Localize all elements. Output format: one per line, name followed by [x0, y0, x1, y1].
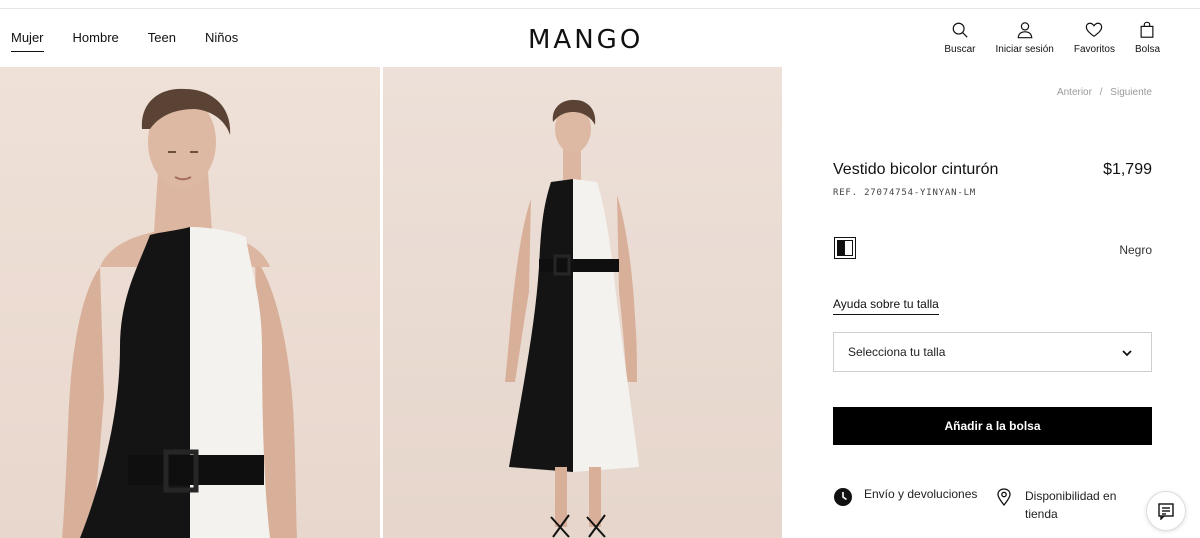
main-nav: Mujer Hombre Teen Niños [11, 30, 267, 52]
selected-color-name: Negro [1119, 243, 1152, 257]
nav-item-mujer[interactable]: Mujer [11, 30, 44, 52]
swatch-black-half [838, 241, 845, 255]
chevron-down-icon [1122, 350, 1132, 357]
nav-item-teen[interactable]: Teen [148, 30, 176, 52]
nav-item-ninos[interactable]: Niños [205, 30, 238, 52]
product-photo-full[interactable] [383, 67, 782, 538]
top-strip [0, 0, 1200, 9]
model-closeup-illustration [62, 88, 297, 538]
product-info-panel: Anterior / Siguiente Vestido bicolor cin… [782, 67, 1200, 538]
size-select-placeholder: Selecciona tu talla [848, 345, 946, 359]
swatch-pattern [837, 240, 853, 256]
swatch-white-half [845, 241, 852, 255]
store-availability-link[interactable]: Disponibilidad en tienda [994, 487, 1135, 523]
clock-icon [834, 488, 852, 506]
next-link[interactable]: Siguiente [1110, 87, 1152, 98]
site-header: Mujer Hombre Teen Niños MANGO Buscar Ini… [0, 9, 1200, 67]
color-swatch-negro[interactable] [834, 237, 856, 259]
chat-icon [1158, 503, 1174, 520]
model-full-illustration [505, 99, 639, 538]
product-reference: REF. 27074754-YINYAN-LM [833, 188, 977, 198]
bag-icon [1141, 21, 1154, 38]
heart-icon [1086, 22, 1103, 38]
store-availability-label: Disponibilidad en tienda [1025, 489, 1117, 521]
product-photo-closeup[interactable] [0, 67, 380, 538]
size-select[interactable]: Selecciona tu talla [833, 332, 1152, 372]
login-button[interactable]: Iniciar sesión [996, 21, 1054, 55]
bag-button[interactable]: Bolsa [1135, 21, 1160, 55]
user-icon [1017, 22, 1033, 39]
shipping-returns-link[interactable]: Envío y devoluciones [833, 487, 977, 507]
brand-logo[interactable]: MANGO [528, 25, 658, 55]
product-title: Vestido bicolor cinturón [833, 161, 999, 178]
product-pagination: Anterior / Siguiente [1057, 87, 1152, 98]
search-button[interactable]: Buscar [944, 21, 976, 55]
size-help-link[interactable]: Ayuda sobre tu talla [833, 297, 939, 315]
nav-item-hombre[interactable]: Hombre [73, 30, 119, 52]
chat-button[interactable] [1146, 491, 1186, 531]
location-pin-icon [997, 488, 1011, 507]
favorites-button[interactable]: Favoritos [1074, 21, 1115, 55]
pagination-separator: / [1099, 87, 1103, 98]
login-label: Iniciar sesión [995, 44, 1054, 55]
bag-label: Bolsa [1134, 44, 1160, 55]
previous-link[interactable]: Anterior [1057, 87, 1092, 98]
product-gallery [0, 67, 782, 538]
search-icon [952, 22, 968, 38]
product-price: $1,799 [1103, 161, 1152, 178]
add-to-bag-button[interactable]: Añadir a la bolsa [833, 407, 1152, 445]
header-tools: Buscar Iniciar sesión Favoritos Bolsa [924, 21, 1160, 55]
shipping-returns-label: Envío y devoluciones [864, 487, 978, 501]
search-label: Buscar [944, 44, 976, 55]
favorites-label: Favoritos [1073, 44, 1115, 55]
